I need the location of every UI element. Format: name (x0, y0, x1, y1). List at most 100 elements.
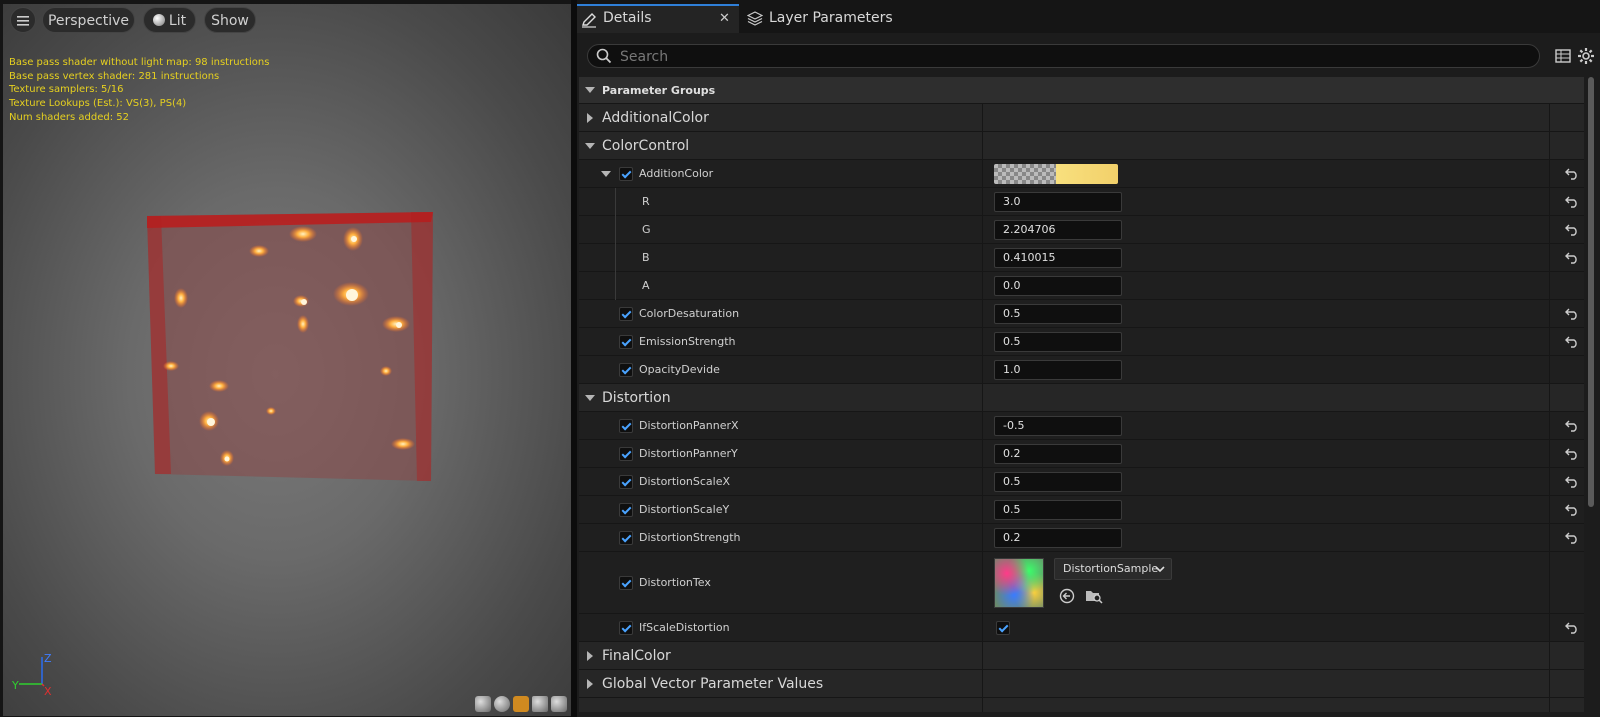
column-divider (982, 132, 983, 160)
sphere-preview-icon[interactable] (494, 696, 510, 712)
group-distortion[interactable]: Distortion (579, 384, 1584, 412)
table-view-icon[interactable] (1555, 48, 1571, 64)
a-value-input[interactable]: 0.0 (994, 276, 1122, 296)
if-scale-distortion-checkbox[interactable] (996, 621, 1010, 635)
column-divider (1549, 216, 1550, 244)
reset-to-default-icon[interactable] (1565, 196, 1579, 208)
reset-to-default-icon[interactable] (1565, 532, 1579, 544)
gear-icon[interactable] (1577, 47, 1595, 65)
lit-button[interactable]: Lit (143, 7, 196, 33)
show-button[interactable]: Show (204, 7, 256, 33)
tab-layer-parameters-label: Layer Parameters (769, 10, 893, 26)
color-swatch[interactable] (994, 164, 1118, 184)
group-color-control[interactable]: ColorControl (579, 132, 1584, 160)
override-checkbox[interactable] (619, 447, 633, 461)
r-value-input[interactable]: 3.0 (994, 192, 1122, 212)
group-label: Global Vector Parameter Values (602, 676, 824, 692)
override-checkbox[interactable] (619, 307, 633, 321)
perspective-button[interactable]: Perspective (42, 7, 135, 33)
asset-picker-dropdown[interactable]: DistortionSample (1054, 558, 1172, 580)
group-more (579, 698, 1584, 712)
column-divider (982, 272, 983, 300)
cube-preview-icon[interactable] (532, 696, 548, 712)
layers-icon (747, 11, 763, 26)
override-checkbox[interactable] (619, 621, 633, 635)
column-divider (982, 384, 983, 412)
column-divider (982, 412, 983, 440)
texture-thumbnail[interactable] (994, 558, 1044, 608)
param-distortion-strength: DistortionStrength 0.2 (579, 524, 1584, 552)
search-box[interactable] (587, 44, 1540, 68)
reset-to-default-icon[interactable] (1565, 476, 1579, 488)
plane-preview-icon[interactable] (513, 696, 529, 712)
axis-x-label: X (44, 685, 52, 696)
tab-details[interactable]: Details ✕ (577, 4, 739, 33)
tab-layer-parameters[interactable]: Layer Parameters (743, 4, 933, 33)
column-divider (982, 496, 983, 524)
column-divider (1549, 160, 1550, 188)
override-checkbox[interactable] (619, 531, 633, 545)
axis-z-label: Z (44, 652, 52, 665)
indent-guide (615, 188, 616, 216)
distortion-panner-y-input[interactable]: 0.2 (994, 444, 1122, 464)
param-g: G 2.204706 (579, 216, 1584, 244)
search-input[interactable] (618, 46, 1522, 68)
param-label: EmissionStrength (639, 335, 736, 348)
tab-bar: Details ✕ Layer Parameters (577, 0, 1600, 33)
collapse-arrow-icon[interactable] (585, 87, 595, 93)
override-checkbox[interactable] (619, 419, 633, 433)
emission-strength-input[interactable]: 0.5 (994, 332, 1122, 352)
g-value-input[interactable]: 2.204706 (994, 220, 1122, 240)
custom-mesh-preview-icon[interactable] (551, 696, 567, 712)
reset-to-default-icon[interactable] (1565, 336, 1579, 348)
parameter-groups-header[interactable]: Parameter Groups (579, 77, 1584, 104)
close-icon[interactable]: ✕ (719, 4, 730, 33)
collapse-arrow-icon[interactable] (585, 143, 595, 149)
column-divider (1549, 552, 1550, 614)
override-checkbox[interactable] (619, 363, 633, 377)
override-checkbox[interactable] (619, 475, 633, 489)
reset-to-default-icon[interactable] (1565, 168, 1579, 180)
override-checkbox[interactable] (619, 167, 633, 181)
override-checkbox[interactable] (619, 503, 633, 517)
reset-to-default-icon[interactable] (1565, 224, 1579, 236)
param-label: DistortionTex (639, 576, 711, 589)
distortion-scale-y-input[interactable]: 0.5 (994, 500, 1122, 520)
expand-arrow-icon[interactable] (587, 679, 593, 689)
browse-to-asset-icon[interactable] (1085, 588, 1103, 604)
column-divider (1549, 642, 1550, 670)
distortion-panner-x-input[interactable]: -0.5 (994, 416, 1122, 436)
vertical-scrollbar[interactable] (1588, 77, 1594, 507)
expand-arrow-icon[interactable] (587, 113, 593, 123)
cylinder-preview-icon[interactable] (475, 696, 491, 712)
reset-to-default-icon[interactable] (1565, 308, 1579, 320)
param-label: OpacityDevide (639, 363, 720, 376)
collapse-arrow-icon[interactable] (601, 171, 611, 177)
viewport-menu-button[interactable] (10, 7, 36, 33)
param-label: R (642, 195, 650, 208)
group-global-vector-parameter-values[interactable]: Global Vector Parameter Values (579, 670, 1584, 698)
color-desaturation-input[interactable]: 0.5 (994, 304, 1122, 324)
column-divider (1549, 328, 1550, 356)
material-preview-viewport[interactable]: Perspective Lit Show Base pass shader wi… (3, 4, 571, 716)
collapse-arrow-icon[interactable] (585, 395, 595, 401)
param-label: B (642, 251, 650, 264)
use-selected-asset-icon[interactable] (1059, 588, 1075, 604)
opacity-devide-input[interactable]: 1.0 (994, 360, 1122, 380)
override-checkbox[interactable] (619, 576, 633, 590)
reset-to-default-icon[interactable] (1565, 420, 1579, 432)
group-final-color[interactable]: FinalColor (579, 642, 1584, 670)
param-label: IfScaleDistortion (639, 621, 730, 634)
expand-arrow-icon[interactable] (587, 651, 593, 661)
reset-to-default-icon[interactable] (1565, 448, 1579, 460)
override-checkbox[interactable] (619, 335, 633, 349)
column-divider (982, 300, 983, 328)
reset-to-default-icon[interactable] (1565, 622, 1579, 634)
b-value-input[interactable]: 0.410015 (994, 248, 1122, 268)
reset-to-default-icon[interactable] (1565, 252, 1579, 264)
group-additional-color[interactable]: AdditionalColor (579, 104, 1584, 132)
column-divider (1549, 244, 1550, 272)
distortion-strength-input[interactable]: 0.2 (994, 528, 1122, 548)
distortion-scale-x-input[interactable]: 0.5 (994, 472, 1122, 492)
reset-to-default-icon[interactable] (1565, 504, 1579, 516)
